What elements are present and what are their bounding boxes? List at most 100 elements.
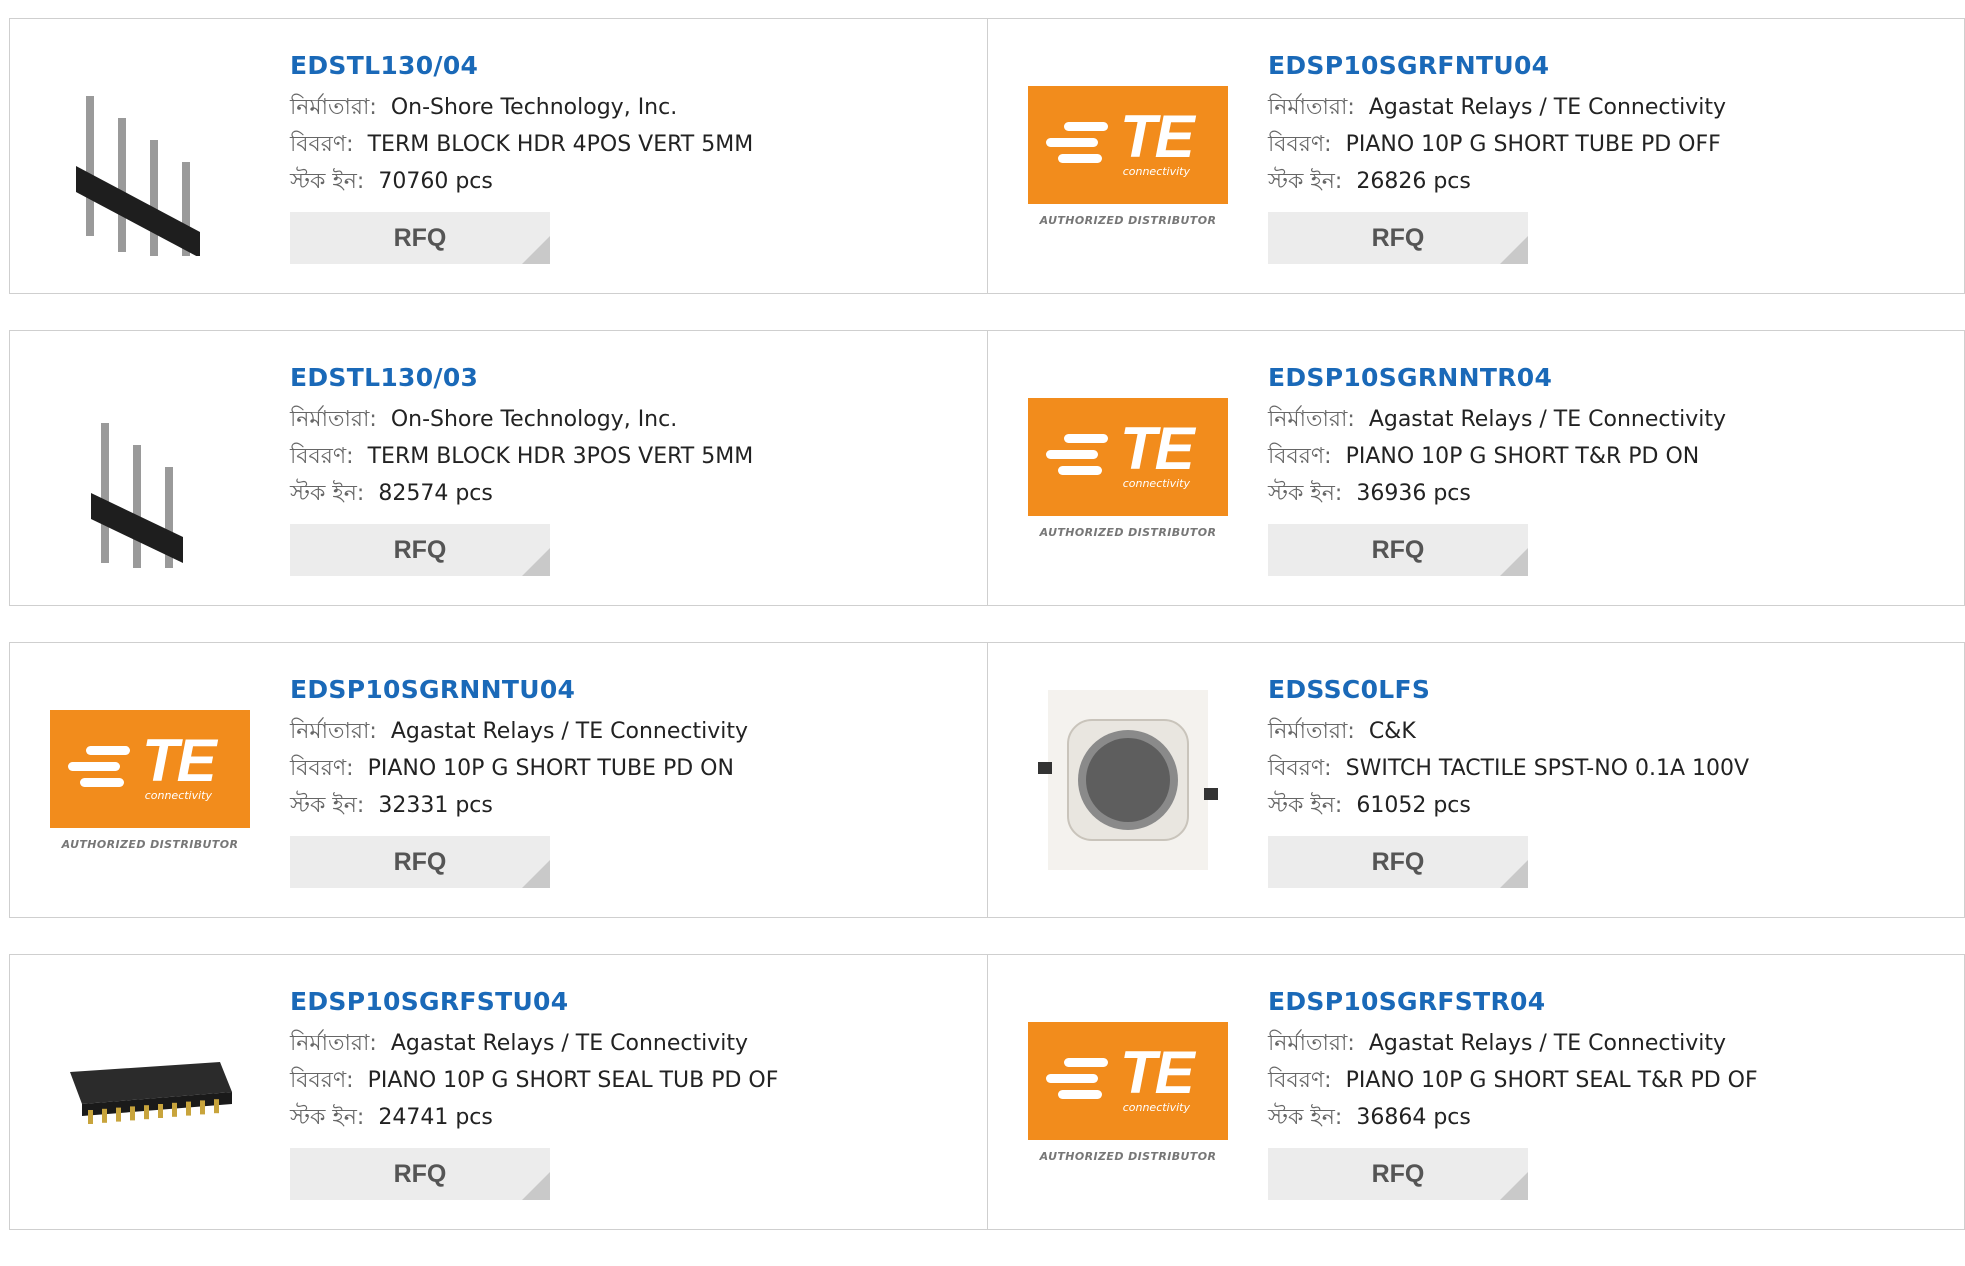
rfq-label: RFQ: [1371, 535, 1425, 564]
te-logo-box: TE connectivity: [1028, 1021, 1228, 1140]
stock-line: স্টক ইন: 36936 pcs: [1268, 475, 1954, 512]
header-3pin-image: [91, 423, 183, 568]
rfq-button[interactable]: RFQ: [1268, 524, 1528, 576]
te-logo-text: TE: [1120, 414, 1195, 482]
te-bars-icon: [1046, 1057, 1110, 1106]
manufacturer-line: নির্মাতারা: Agastat Relays / TE Connectiv…: [290, 713, 977, 750]
rfq-corner-icon: [522, 236, 550, 264]
part-number-link[interactable]: EDSTL130/04: [290, 49, 977, 83]
rfq-label: RFQ: [1371, 847, 1425, 876]
product-image[interactable]: [50, 56, 250, 256]
rfq-button[interactable]: RFQ: [1268, 836, 1528, 888]
product-info: EDSP10SGRFNTU04 নির্মাতারা: Agastat Relays…: [1268, 49, 1954, 264]
stock-label: স্টক ইন:: [290, 481, 365, 506]
te-logo-text: TE: [142, 726, 217, 794]
product-row: EDSP10SGRFSTU04 নির্মাতারা: Agastat Relays…: [9, 954, 1965, 1230]
product-row: EDSTL130/03 নির্মাতারা: On-Shore Technolog…: [9, 330, 1965, 606]
te-connectivity-logo: TE connectivity AUTHORIZED DISTRIBUTOR: [50, 709, 250, 851]
description-label: বিবরণ:: [1268, 756, 1332, 781]
product-card: EDSTL130/03 নির্মাতারা: On-Shore Technolog…: [10, 331, 987, 605]
product-card: TE connectivity AUTHORIZED DISTRIBUTOR EDSP…: [10, 643, 987, 917]
product-card: EDSSC0LFS নির্মাতারা: C&K বিবরণ: SWITCH TACT…: [987, 643, 1964, 917]
rfq-corner-icon: [522, 548, 550, 576]
part-number-link[interactable]: EDSSC0LFS: [1268, 673, 1954, 707]
stock-line: স্টক ইন: 24741 pcs: [290, 1099, 977, 1136]
rfq-corner-icon: [1500, 1172, 1528, 1200]
rfq-button[interactable]: RFQ: [290, 212, 550, 264]
manufacturer-line: নির্মাতারা: Agastat Relays / TE Connectiv…: [290, 1025, 977, 1062]
product-image[interactable]: TE connectivity AUTHORIZED DISTRIBUTOR: [50, 680, 250, 880]
rfq-label: RFQ: [393, 223, 447, 252]
product-image[interactable]: [50, 368, 250, 568]
stock-value: 26826 pcs: [1356, 169, 1471, 194]
description-label: বিবরণ:: [290, 1068, 354, 1093]
manufacturer-label: নির্মাতারা:: [1268, 719, 1355, 744]
stock-label: স্টক ইন:: [1268, 169, 1343, 194]
stock-label: স্টক ইন:: [1268, 1105, 1343, 1130]
part-number-link[interactable]: EDSTL130/03: [290, 361, 977, 395]
part-number-link[interactable]: EDSP10SGRNNTU04: [290, 673, 977, 707]
te-bars-icon: [1046, 433, 1110, 482]
product-info: EDSTL130/04 নির্মাতারা: On-Shore Technolog…: [290, 49, 977, 264]
description-value: TERM BLOCK HDR 4POS VERT 5MM: [367, 132, 754, 157]
stock-line: স্টক ইন: 26826 pcs: [1268, 163, 1954, 200]
product-image[interactable]: TE connectivity AUTHORIZED DISTRIBUTOR: [1028, 992, 1228, 1192]
stock-value: 36864 pcs: [1356, 1105, 1471, 1130]
header-4pin-image: [76, 96, 200, 256]
manufacturer-label: নির্মাতারা:: [290, 719, 377, 744]
part-number-link[interactable]: EDSP10SGRFNTU04: [1268, 49, 1954, 83]
description-label: বিবরণ:: [1268, 1068, 1332, 1093]
description-line: বিবরণ: PIANO 10P G SHORT TUBE PD OFF: [1268, 126, 1954, 163]
rfq-label: RFQ: [393, 847, 447, 876]
product-image[interactable]: TE connectivity AUTHORIZED DISTRIBUTOR: [1028, 56, 1228, 256]
manufacturer-label: নির্মাতারা:: [1268, 1031, 1355, 1056]
product-card: EDSP10SGRFSTU04 নির্মাতারা: Agastat Relays…: [10, 955, 987, 1229]
part-number-link[interactable]: EDSP10SGRFSTU04: [290, 985, 977, 1019]
stock-line: স্টক ইন: 82574 pcs: [290, 475, 977, 512]
manufacturer-label: নির্মাতারা:: [290, 407, 377, 432]
manufacturer-value: On-Shore Technology, Inc.: [390, 407, 678, 432]
rfq-button[interactable]: RFQ: [290, 1148, 550, 1200]
part-number-link[interactable]: EDSP10SGRFSTR04: [1268, 985, 1954, 1019]
stock-value: 24741 pcs: [378, 1105, 493, 1130]
rfq-label: RFQ: [1371, 1159, 1425, 1188]
description-label: বিবরণ:: [1268, 132, 1332, 157]
te-logo-text: TE: [1120, 102, 1195, 170]
authorized-distributor-label: AUTHORIZED DISTRIBUTOR: [61, 837, 239, 851]
rfq-button[interactable]: RFQ: [290, 524, 550, 576]
rfq-corner-icon: [1500, 236, 1528, 264]
authorized-distributor-label: AUTHORIZED DISTRIBUTOR: [1039, 525, 1217, 539]
rfq-button[interactable]: RFQ: [290, 836, 550, 888]
te-logo-box: TE connectivity: [1028, 397, 1228, 516]
manufacturer-value: Agastat Relays / TE Connectivity: [1368, 95, 1726, 120]
product-image[interactable]: TE connectivity AUTHORIZED DISTRIBUTOR: [1028, 368, 1228, 568]
rfq-button[interactable]: RFQ: [1268, 1148, 1528, 1200]
te-bars-icon: [68, 745, 132, 794]
rfq-button[interactable]: RFQ: [1268, 212, 1528, 264]
dip-switch-image: [70, 1062, 232, 1124]
authorized-distributor-label: AUTHORIZED DISTRIBUTOR: [1039, 1149, 1217, 1163]
stock-value: 82574 pcs: [378, 481, 493, 506]
te-logo-sub: connectivity: [1122, 1100, 1190, 1114]
te-logo-sub: connectivity: [1122, 164, 1190, 178]
description-line: বিবরণ: PIANO 10P G SHORT SEAL T&R PD OF: [1268, 1062, 1954, 1099]
description-value: PIANO 10P G SHORT TUBE PD OFF: [1345, 132, 1721, 157]
product-info: EDSP10SGRFSTR04 নির্মাতারা: Agastat Relays…: [1268, 985, 1954, 1200]
description-line: বিবরণ: PIANO 10P G SHORT T&R PD ON: [1268, 438, 1954, 475]
stock-value: 32331 pcs: [378, 793, 493, 818]
description-value: PIANO 10P G SHORT SEAL TUB PD OF: [367, 1068, 779, 1093]
tactile-switch-image: [1038, 690, 1218, 870]
stock-line: স্টক ইন: 61052 pcs: [1268, 787, 1954, 824]
product-row: TE connectivity AUTHORIZED DISTRIBUTOR EDSP…: [9, 642, 1965, 918]
manufacturer-line: নির্মাতারা: Agastat Relays / TE Connectiv…: [1268, 1025, 1954, 1062]
description-line: বিবরণ: SWITCH TACTILE SPST-NO 0.1A 100V: [1268, 750, 1954, 787]
product-info: EDSSC0LFS নির্মাতারা: C&K বিবরণ: SWITCH TACT…: [1268, 673, 1954, 888]
rfq-label: RFQ: [1371, 223, 1425, 252]
te-logo-text: TE: [1120, 1038, 1195, 1106]
product-info: EDSP10SGRFSTU04 নির্মাতারা: Agastat Relays…: [290, 985, 977, 1200]
product-info: EDSP10SGRNNTU04 নির্মাতারা: Agastat Relays…: [290, 673, 977, 888]
product-image[interactable]: [50, 992, 250, 1192]
part-number-link[interactable]: EDSP10SGRNNTR04: [1268, 361, 1954, 395]
stock-line: স্টক ইন: 32331 pcs: [290, 787, 977, 824]
product-image[interactable]: [1028, 680, 1228, 880]
